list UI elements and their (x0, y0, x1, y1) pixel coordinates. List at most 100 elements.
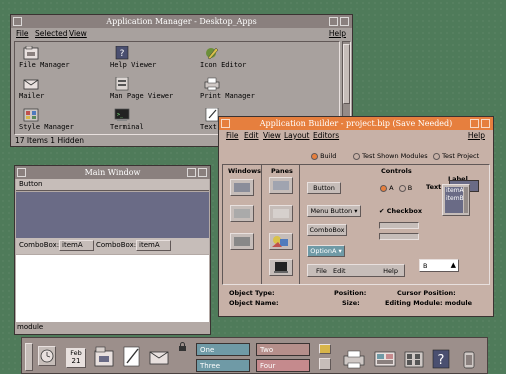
style-manager-item[interactable]: Style Manager (19, 108, 119, 132)
checkbox-palette-item[interactable]: ✔ Checkbox (379, 207, 422, 215)
main-window-menubar: Button (16, 179, 209, 191)
app-builder-menubar: File Edit View Layout Editors Help (219, 130, 493, 142)
panel-handle[interactable] (25, 343, 33, 371)
scale-palette-item[interactable] (379, 222, 419, 229)
term-pane-palette-item[interactable] (269, 259, 293, 276)
control-pane-palette-item[interactable] (269, 177, 293, 194)
maximize-icon[interactable] (198, 168, 207, 177)
main-window-palette-item[interactable] (230, 179, 254, 196)
window-menu-icon[interactable] (17, 168, 26, 177)
menu-button-palette-item[interactable]: Menu Button ▾ (307, 205, 361, 217)
window-menu-icon[interactable] (221, 119, 230, 128)
file-manager-icon (23, 46, 39, 60)
menu-layout[interactable]: Layout (284, 130, 310, 142)
text-editor-panel-icon[interactable] (121, 344, 143, 368)
app-builder-titlebar[interactable]: Application Builder - project.bip (Save … (219, 117, 493, 130)
help-viewer-icon: ? (115, 46, 129, 60)
style-manager-panel-icon[interactable] (373, 348, 397, 370)
spinbox-palette-item[interactable]: B ▲ (419, 259, 459, 272)
workspace-two-button[interactable]: Two (256, 343, 310, 356)
custom-dialog-palette-item[interactable] (230, 205, 254, 222)
minimize-icon[interactable] (187, 168, 196, 177)
mode-test-shown[interactable]: Test Shown Modules (353, 152, 428, 160)
drawing-area[interactable] (16, 192, 209, 238)
window-title: Application Builder - project.bip (Save … (259, 119, 453, 128)
app-manager-menubar: File Selected View Help (11, 28, 352, 40)
menu-help[interactable]: Help (329, 28, 346, 40)
calendar-icon[interactable]: Feb 21 (66, 348, 86, 368)
combobox-palette-item[interactable]: ComboBox (307, 224, 347, 236)
draw-shapes-icon (272, 236, 288, 247)
gauge-palette-item[interactable] (379, 233, 419, 240)
menu-file[interactable]: File (226, 130, 239, 142)
scrollbar-thumb[interactable] (343, 44, 350, 104)
menubar-button-item[interactable]: Button (19, 180, 42, 188)
window-menu-icon[interactable] (13, 17, 22, 26)
menu-arrow-icon: ▾ (354, 207, 358, 215)
option-menu-palette-item[interactable]: OptionA ▾ (307, 245, 345, 257)
radio-b-icon (398, 184, 406, 192)
combobox-2-label: ComboBox: (96, 241, 137, 249)
menu-edit[interactable]: Edit (244, 130, 259, 142)
object-name-label: Object Name: (229, 299, 279, 307)
menu-view[interactable]: View (263, 130, 281, 142)
mode-build[interactable]: Build (311, 152, 336, 160)
list-item: itemB (446, 195, 464, 202)
exit-icon[interactable] (319, 358, 331, 370)
workspace-four-button[interactable]: Four (256, 359, 310, 372)
workspace-three-button[interactable]: Three (196, 359, 250, 372)
application-builder-window[interactable]: Application Builder - project.bip (Save … (218, 116, 494, 317)
main-window[interactable]: Main Window Button ComboBox: itemA Combo… (14, 165, 211, 335)
printer-panel-icon[interactable] (342, 348, 366, 370)
radio-a-icon (380, 184, 387, 192)
terminal-pane-icon (274, 262, 288, 273)
mailer-item[interactable]: Mailer (19, 77, 119, 101)
maximize-icon[interactable] (481, 119, 490, 128)
lock-icon[interactable] (178, 342, 187, 352)
print-manager-item[interactable]: Print Manager (200, 77, 300, 101)
file-manager-item[interactable]: File Manager (19, 46, 119, 70)
list-scrollbar[interactable] (464, 187, 468, 213)
spin-arrows-icon[interactable]: ▲ (451, 261, 456, 269)
minimize-icon[interactable] (470, 119, 479, 128)
menu-view[interactable]: View (69, 28, 87, 40)
mode-test-project[interactable]: Test Project (433, 152, 479, 160)
help-viewer-item[interactable]: ? Help Viewer (110, 46, 210, 70)
combobox-1[interactable]: itemA (59, 240, 94, 251)
icon-editor-item[interactable]: Icon Editor (200, 46, 300, 70)
list-palette-item[interactable]: itemA itemB (442, 184, 470, 216)
menu-file[interactable]: File (16, 28, 29, 40)
help-panel-icon[interactable]: ? (430, 348, 452, 370)
mailer-panel-icon[interactable] (148, 344, 170, 368)
file-selection-palette-item[interactable] (230, 233, 254, 250)
front-panel: Feb 21 One Two Three Four ? (21, 337, 488, 374)
trash-panel-icon[interactable] (460, 348, 478, 370)
file-manager-panel-icon[interactable] (93, 344, 115, 368)
svg-text:?: ? (438, 353, 445, 368)
terminal-item[interactable]: >_ Terminal (110, 108, 210, 132)
radio-box-palette-item[interactable]: A B (380, 184, 412, 192)
main-window-titlebar[interactable]: Main Window (15, 166, 210, 179)
menubar-palette-item[interactable]: File Edit Help (307, 264, 405, 277)
checkbox-check-icon: ✔ (379, 207, 385, 215)
radio-test-project-icon (433, 152, 440, 160)
workspace-one-button[interactable]: One (196, 343, 250, 356)
main-window-workarea (16, 255, 209, 322)
position-label: Position: (334, 289, 367, 297)
draw-pane-palette-item[interactable] (269, 233, 293, 250)
button-palette-item[interactable]: Button (307, 182, 341, 194)
menu-selected[interactable]: Selected (35, 28, 68, 40)
minimize-icon[interactable] (329, 17, 338, 26)
mailer-icon (23, 79, 39, 90)
maximize-icon[interactable] (340, 17, 349, 26)
menu-editors[interactable]: Editors (313, 130, 339, 142)
clock-icon[interactable] (38, 346, 56, 366)
combobox-2[interactable]: itemA (136, 240, 171, 251)
text-pane-palette-item[interactable] (269, 205, 293, 222)
man-page-viewer-item[interactable]: Man Page Viewer (110, 77, 210, 101)
app-manager-titlebar[interactable]: Application Manager - Desktop_Apps (11, 15, 352, 28)
editing-module-label: Editing Module: module (385, 299, 473, 307)
app-manager-panel-icon[interactable] (402, 348, 426, 370)
menu-help[interactable]: Help (468, 130, 485, 142)
palette-area: Windows Panes Controls Label Button A B … (222, 164, 490, 285)
